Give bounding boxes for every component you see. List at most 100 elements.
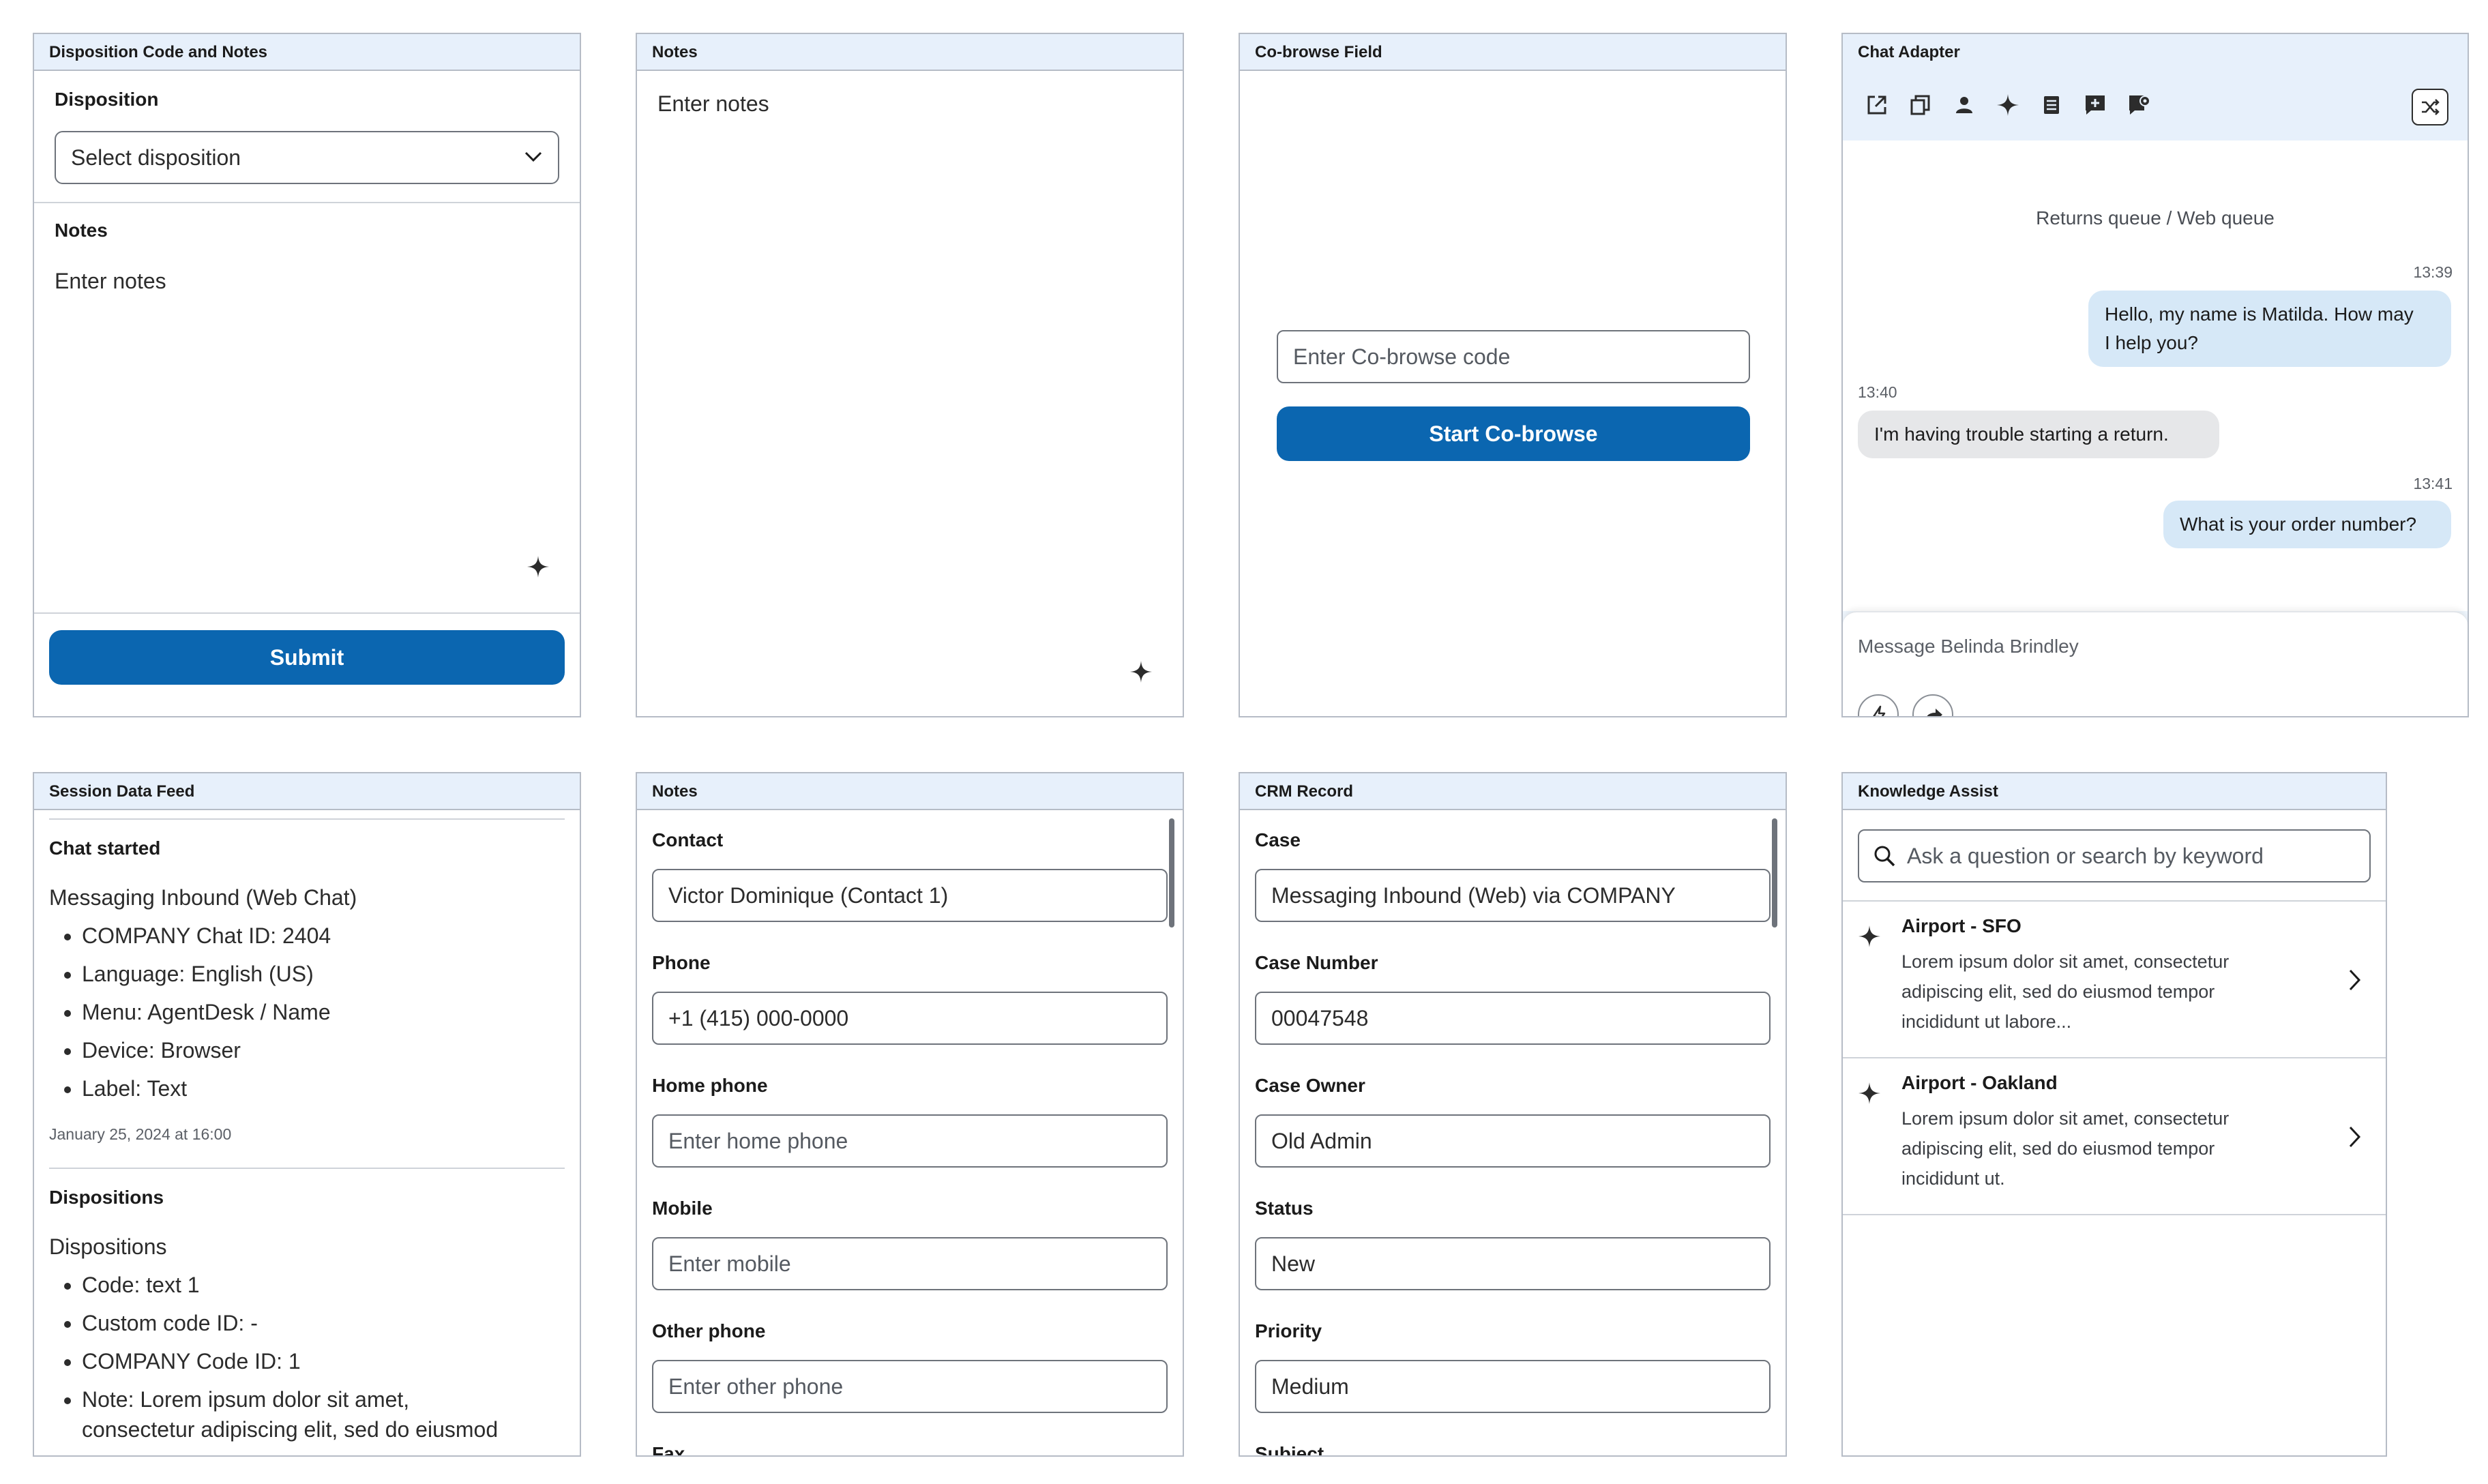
notes-label: Notes [55,220,108,241]
sparkle-icon[interactable] [527,555,550,578]
quick-reply-button[interactable] [1858,694,1899,716]
list-item: COMPANY Chat ID: 2404 [82,917,331,955]
list-item: Label: Text [82,1069,331,1108]
submit-button[interactable]: Submit [49,630,565,685]
divider [49,1168,565,1169]
forward-icon [1927,709,1942,716]
forward-button[interactable] [1912,694,1953,716]
contact-notes-panel: Notes Contact Victor Dominique (Contact … [636,772,1184,1457]
status-field[interactable]: New [1255,1237,1771,1290]
list-item: Device: Browser [82,1031,331,1069]
divider [34,202,580,203]
snippet-line: Lorem ipsum dolor sit amet, consectetur [1901,951,2230,972]
note-continuation: consectetur adipiscing elit, sed do eius… [82,1417,499,1442]
divider [1843,1214,2386,1215]
sparkle-icon[interactable] [1996,93,2020,117]
queue-label: Returns queue / Web queue [2036,207,2275,228]
home-phone-field[interactable]: Enter home phone [652,1114,1168,1168]
priority-field[interactable]: Medium [1255,1360,1771,1413]
message-bubble: What is your order number? [2163,501,2451,548]
transfer-button[interactable] [2412,89,2448,125]
list-item: COMPANY Code ID: 1 [82,1342,409,1380]
chat-add-icon[interactable] [2083,93,2107,117]
message-composer[interactable]: Message Belinda Brindley [1843,611,2468,716]
mobile-label: Mobile [652,1198,713,1219]
snippet-line: incididunt ut labore... [1901,1011,2072,1032]
contact-field[interactable]: Victor Dominique (Contact 1) [652,869,1168,922]
list-item: Note: Lorem ipsum dolor sit amet, [82,1380,409,1419]
scrollbar[interactable] [1772,818,1777,928]
home-phone-label: Home phone [652,1075,768,1096]
chat-settings-icon[interactable] [2127,93,2151,117]
knowledge-search-input[interactable]: Ask a question or search by keyword [1858,829,2371,882]
panel-header: Notes [637,773,1183,810]
search-icon [1874,846,1895,867]
status-label: Status [1255,1198,1314,1219]
start-cobrowse-button[interactable]: Start Co-browse [1277,406,1750,461]
mobile-field[interactable]: Enter mobile [652,1237,1168,1290]
person-icon[interactable] [1952,93,1976,117]
message-bubble: I'm having trouble starting a return. [1858,411,2219,458]
subject-label: Subject [1255,1443,1324,1457]
list-item: Code: text 1 [82,1266,409,1304]
sparkle-icon[interactable] [1129,660,1153,683]
cobrowse-panel: Co-browse Field Enter Co-browse code Sta… [1239,33,1787,717]
divider [49,818,565,820]
list-icon[interactable] [2039,93,2064,117]
knowledge-assist-panel: Knowledge Assist Ask a question or searc… [1841,772,2387,1457]
message-text: What is your order number? [2180,514,2417,535]
sparkle-icon [1858,925,1880,947]
result-title: Airport - SFO [1901,915,2021,936]
chevron-right-icon [2349,1126,2361,1148]
phone-label: Phone [652,952,711,973]
priority-label: Priority [1255,1320,1322,1341]
case-owner-field[interactable]: Old Admin [1255,1114,1771,1168]
message-time: 13:40 [1858,383,1897,401]
panel-header: Session Data Feed [34,773,580,810]
disposition-select-value: Select disposition [71,145,241,170]
message-input[interactable]: Message Belinda Brindley [1858,636,2079,657]
transfer-icon [2422,99,2440,115]
message-text: I'm having trouble starting a return. [1874,424,2169,445]
knowledge-result[interactable]: Airport - SFO Lorem ipsum dolor sit amet… [1843,902,2386,1057]
panel-header: Co-browse Field [1240,34,1786,71]
case-label: Case [1255,829,1301,850]
case-field[interactable]: Messaging Inbound (Web) via COMPANY [1255,869,1771,922]
list-item: Menu: AgentDesk / Name [82,993,331,1031]
dispositions-title: Dispositions [49,1187,164,1208]
other-phone-field[interactable]: Enter other phone [652,1360,1168,1413]
snippet-line: adipiscing elit, sed do eiusmod tempor [1901,1138,2215,1159]
message-time: 13:39 [2413,263,2453,281]
cobrowse-code-placeholder: Enter Co-browse code [1293,344,1511,369]
fax-label: Fax [652,1443,685,1457]
crm-record-panel: CRM Record Case Messaging Inbound (Web) … [1239,772,1787,1457]
panel-header: Chat Adapter [1843,34,2468,71]
chevron-down-icon [524,151,542,162]
disposition-select[interactable]: Select disposition [55,131,559,184]
scrollbar[interactable] [1169,818,1174,928]
snippet-line: adipiscing elit, sed do eiusmod tempor [1901,981,2215,1002]
other-phone-label: Other phone [652,1320,766,1341]
disposition-label: Disposition [55,89,159,110]
knowledge-result[interactable]: Airport - Oakland Lorem ipsum dolor sit … [1843,1058,2386,1214]
popout-icon[interactable] [1865,93,1889,117]
cobrowse-code-input[interactable]: Enter Co-browse code [1277,330,1750,383]
result-title: Airport - Oakland [1901,1072,2058,1093]
search-placeholder: Ask a question or search by keyword [1907,844,2264,868]
message-bubble: Hello, my name is Matilda. How may I hel… [2088,291,2451,367]
divider [34,612,580,614]
chevron-right-icon [2349,969,2361,991]
disposition-panel: Disposition Code and Notes Disposition S… [33,33,581,717]
case-number-label: Case Number [1255,952,1378,973]
notes-textarea[interactable]: Enter notes [55,269,166,294]
copy-icon[interactable] [1908,93,1933,117]
phone-field[interactable]: +1 (415) 000-0000 [652,992,1168,1045]
chat-body: Returns queue / Web queue 13:39 Hello, m… [1843,140,2468,611]
feed-timestamp: January 25, 2024 at 16:00 [49,1125,232,1143]
chat-started-subtitle: Messaging Inbound (Web Chat) [49,885,357,910]
case-number-field[interactable]: 00047548 [1255,992,1771,1045]
panel-header: Disposition Code and Notes [34,34,580,71]
contact-label: Contact [652,829,724,850]
chat-panel: Chat Adapter Returns queue / Web queue 1… [1841,33,2469,717]
notes-textarea[interactable]: Enter notes [657,91,769,117]
